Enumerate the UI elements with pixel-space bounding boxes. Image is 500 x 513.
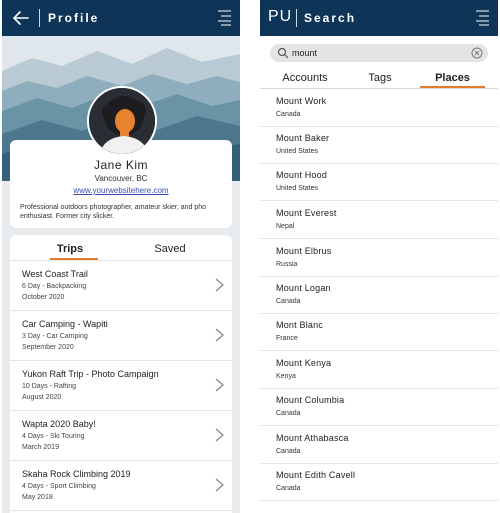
chevron-right-icon xyxy=(215,378,224,392)
place-name: Mount Edith Cavell xyxy=(276,470,356,480)
list-item[interactable]: Mount Columbia Canada xyxy=(260,389,498,426)
profile-header: Profile xyxy=(2,0,240,36)
avatar[interactable] xyxy=(87,86,157,156)
trip-item[interactable]: West Coast Trail 6 Day - Backpacking Oct… xyxy=(10,261,232,311)
website-link[interactable]: www.yourwebsitehere.com xyxy=(10,186,232,195)
trip-title: Car Camping - Wapiti xyxy=(22,319,108,329)
place-country: Kenya xyxy=(276,373,296,380)
trip-date: May 2018 xyxy=(22,494,53,501)
tab-accounts[interactable]: Accounts xyxy=(270,72,340,84)
app-logo: PU xyxy=(268,8,293,25)
profile-screen: Profile Jane Kim Vancouver, BC www.yourw… xyxy=(2,0,240,513)
list-item[interactable]: Mount Athabasca Canada xyxy=(260,427,498,464)
list-item[interactable]: Mount Everest Nepal xyxy=(260,202,498,239)
trip-item[interactable]: Car Camping - Wapiti 3 Day - Car Camping… xyxy=(10,311,232,361)
list-item[interactable]: Mount Work Canada xyxy=(260,90,498,127)
list-item[interactable]: Mont Blanc France xyxy=(260,314,498,351)
place-name: Mount Work xyxy=(276,96,327,106)
trip-item[interactable]: Skaha Rock Climbing 2019 4 Days - Sport … xyxy=(10,461,232,511)
search-header: PU Search xyxy=(260,0,498,36)
trip-details: 6 Day - Backpacking xyxy=(22,283,87,290)
place-name: Mont Blanc xyxy=(276,320,324,330)
chevron-right-icon xyxy=(215,278,224,292)
user-name: Jane Kim xyxy=(93,158,149,172)
page-title: Search xyxy=(304,11,357,25)
place-name: Mount Baker xyxy=(276,133,330,143)
trip-item[interactable]: Wapta 2020 Baby! 4 Days - Ski Touring Ma… xyxy=(10,411,232,461)
trip-date: September 2020 xyxy=(22,344,74,351)
arrow-left-icon[interactable] xyxy=(12,8,30,28)
place-country: Canada xyxy=(276,410,301,417)
chevron-right-icon xyxy=(215,478,224,492)
user-location: Vancouver, BC xyxy=(94,174,148,183)
list-item[interactable]: Mount Edith Cavell Canada xyxy=(260,464,498,501)
place-country: United States xyxy=(276,148,319,155)
clear-icon[interactable] xyxy=(471,47,483,59)
trip-title: Skaha Rock Climbing 2019 xyxy=(22,469,131,479)
trip-details: 10 Days - Rafting xyxy=(22,383,77,390)
trip-date: March 2019 xyxy=(22,444,59,451)
user-bio: Professional outdoors photographer, amat… xyxy=(20,204,207,220)
trip-details: 4 Days - Ski Touring xyxy=(22,433,85,440)
place-name: Mount Athabasca xyxy=(276,433,349,443)
list-item[interactable]: Mount Kenya Kenya xyxy=(260,352,498,389)
place-name: Mount Logan xyxy=(276,283,331,293)
place-name: Mount Kenya xyxy=(276,358,332,368)
list-item[interactable]: Mount Baker United States xyxy=(260,127,498,164)
trip-title: Wapta 2020 Baby! xyxy=(22,419,96,429)
place-country: Nepal xyxy=(276,223,295,230)
place-country: United States xyxy=(276,185,319,192)
trip-details: 3 Day - Car Camping xyxy=(22,333,88,340)
trip-date: August 2020 xyxy=(22,394,62,401)
place-country: Canada xyxy=(276,448,301,455)
place-country: Canada xyxy=(276,485,301,492)
trip-date: October 2020 xyxy=(22,294,65,301)
page-title: Profile xyxy=(48,11,100,25)
chevron-right-icon xyxy=(215,328,224,342)
header-divider xyxy=(296,9,297,27)
tab-trips[interactable]: Trips xyxy=(35,243,105,255)
list-item[interactable]: Mount Hood United States xyxy=(260,164,498,201)
place-country: France xyxy=(276,335,298,342)
search-input[interactable] xyxy=(292,45,452,61)
place-country: Canada xyxy=(276,111,301,118)
chevron-right-icon xyxy=(215,428,224,442)
trip-details: 4 Days - Sport Climbing xyxy=(22,483,96,490)
tab-saved[interactable]: Saved xyxy=(135,243,205,255)
place-name: Mount Elbrus xyxy=(276,246,332,256)
search-area: Accounts Tags Places xyxy=(260,36,498,89)
list-item[interactable]: Mount Logan Canada xyxy=(260,277,498,314)
tab-tags[interactable]: Tags xyxy=(350,72,410,84)
hamburger-menu-icon[interactable] xyxy=(472,9,490,27)
place-name: Mount Everest xyxy=(276,208,337,218)
place-country: Canada xyxy=(276,298,301,305)
place-name: Mount Columbia xyxy=(276,395,345,405)
hamburger-menu-icon[interactable] xyxy=(214,9,232,27)
trip-item[interactable]: Yukon Raft Trip - Photo Campaign 10 Days… xyxy=(10,361,232,411)
trip-title: West Coast Trail xyxy=(22,269,88,279)
trip-title: Yukon Raft Trip - Photo Campaign xyxy=(22,369,159,379)
header-divider xyxy=(39,9,40,27)
search-icon xyxy=(277,47,289,59)
trips-card: Trips Saved West Coast Trail 6 Day - Bac… xyxy=(10,235,232,513)
list-item[interactable]: Mount Elbrus Russia xyxy=(260,240,498,277)
place-name: Mount Hood xyxy=(276,170,328,180)
place-country: Russia xyxy=(276,261,298,268)
tab-places[interactable]: Places xyxy=(420,72,485,84)
search-screen: PU Search Accounts Tags Places M xyxy=(260,0,498,513)
tabs-divider xyxy=(260,88,498,89)
search-bar[interactable] xyxy=(270,44,488,62)
